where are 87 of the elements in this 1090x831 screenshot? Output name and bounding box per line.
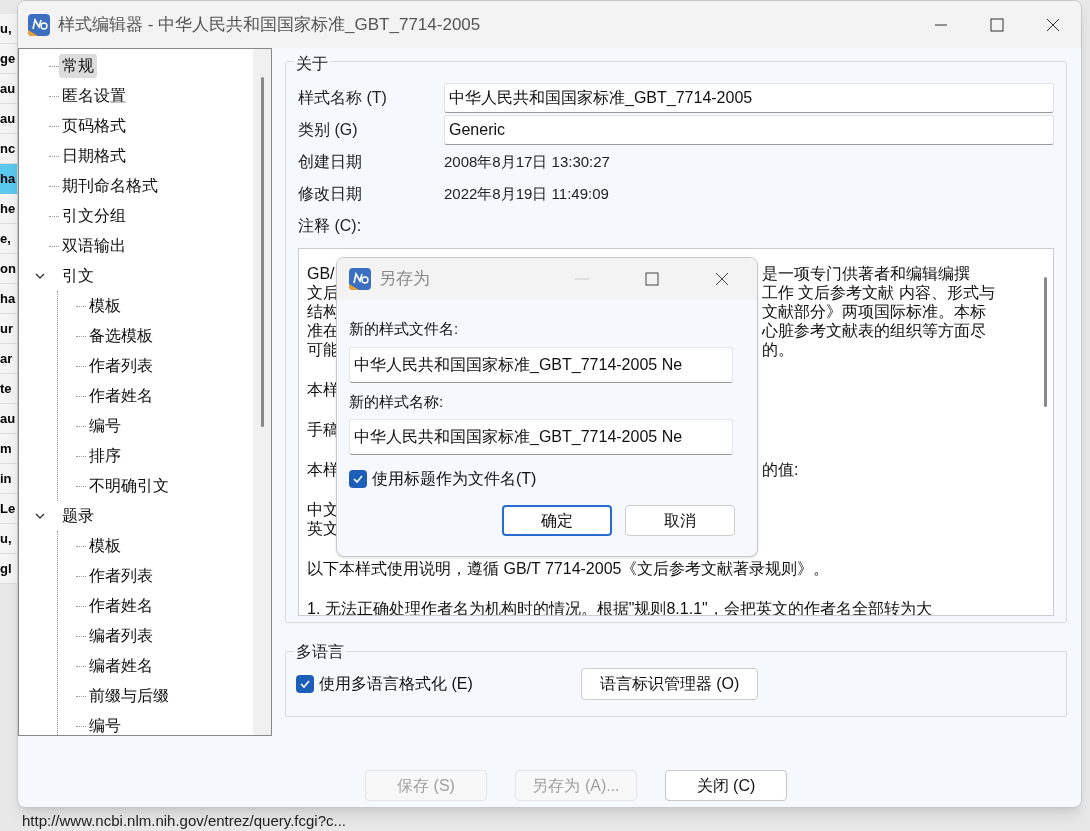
notes-text: GB/ [307,265,335,282]
backdrop-list-row: on [0,254,20,284]
checkmark-icon [352,473,364,485]
backdrop-list-row: in [0,464,20,494]
tree-item[interactable]: 日期格式 [59,144,129,168]
app-logo-icon [349,268,371,290]
backdrop-list-row: e, [0,224,20,254]
notes-text: 本样 [307,461,339,478]
notes-text: 的。 [762,340,794,359]
tree-item[interactable]: 匿名设置 [59,84,129,108]
input-field[interactable]: 中华人民共和国国家标准_GBT_7714-2005 Ne [349,419,733,455]
notes-text: 以下本样式使用说明，遵循 GB/T 7714-2005《文后参考文献著录规则》。 [307,559,830,578]
backdrop-list-row: u, [0,14,20,44]
tree-item[interactable]: 作者姓名 [86,384,156,408]
tree-item[interactable]: 引文分组 [59,204,129,228]
field-label: 类别 (G) [298,120,359,140]
backdrop-list-row: he [0,194,20,224]
tree-item[interactable]: 备选模板 [86,324,156,348]
tree-item[interactable]: 前缀与后缀 [86,684,172,708]
tree-item[interactable]: 编号 [86,414,124,438]
field-label: 新的样式名称: [349,391,445,412]
app-logo-icon [28,13,50,36]
maximize-icon [990,17,1004,32]
backdrop-list-row: au [0,404,20,434]
dialog-button[interactable]: 取消 [625,505,735,536]
backdrop-list-row: Le [0,494,20,524]
window-title: 样式编辑器 - 中华人民共和国国家标准_GBT_7714-2005 [58,13,481,36]
field-label: 新的样式文件名: [349,319,460,339]
field-label: 样式名称 (T) [298,88,388,108]
date-value: 2022年8月19日 11:49:09 [444,183,609,204]
backdrop-list-row: au [0,74,20,104]
tree-item[interactable]: 模板 [86,294,124,318]
notes-text: 本样 [307,380,339,399]
checkbox[interactable] [349,470,367,488]
scrollbar-thumb[interactable] [1043,277,1047,407]
notes-text: 文献部分》两项国际标准。本标 [762,302,986,321]
scrollbar-thumb[interactable] [260,77,264,427]
notes-text: 心脏参考文献表的组织等方面尽 [762,321,986,340]
backdrop-list-row: ar [0,344,20,374]
input-field[interactable]: Generic [444,115,1054,145]
tree-item[interactable]: 模板 [86,534,124,558]
tree-item[interactable]: 题录 [59,504,97,528]
backdrop-list-row: nc [0,134,20,164]
tree-item[interactable]: 作者姓名 [86,594,156,618]
tree-item[interactable]: 排序 [86,444,124,468]
footer-button[interactable]: 关闭 (C) [665,770,787,801]
backdrop-list-row: m [0,434,20,464]
close-icon [715,272,729,286]
checkbox-label[interactable]: 使用标题作为文件名(T) [372,467,537,491]
input-field[interactable]: 中华人民共和国国家标准_GBT_7714-2005 Ne [349,346,733,383]
tree-item[interactable]: 不明确引文 [86,474,172,498]
field-label: 修改日期 [298,184,363,204]
field-label: 创建日期 [298,152,363,172]
checkbox[interactable] [296,675,314,693]
backdrop-list-row: te [0,374,20,404]
input-field[interactable]: 中华人民共和国国家标准_GBT_7714-2005 [444,83,1054,113]
backdrop-list-row: ge [0,44,20,74]
dialog-button[interactable]: 确定 [502,505,612,536]
tree-item[interactable]: 编者列表 [86,624,156,648]
language-manager-button[interactable]: 语言标识管理器 (O) [580,668,759,700]
backdrop-url-text: http://www.ncbi.nlm.nih.gov/entrez/query.fcgi?c... [22,811,347,831]
backdrop-list-row: ur [0,314,20,344]
backdrop-list-row: ha [0,164,20,194]
checkbox-label[interactable]: 使用多语言格式化 (E) [319,672,473,696]
tree-item[interactable]: 作者列表 [86,354,156,378]
notes-label: 注释 (C): [298,216,363,236]
checkmark-icon [299,678,311,690]
maximize-icon [645,272,659,286]
tree-item[interactable]: 常规 [59,54,97,78]
tree-item[interactable]: 编号 [86,714,124,735]
backdrop-list-row: au [0,104,20,134]
notes-text: 工作 文后参考文献 内容、形式与 [762,283,995,302]
tree-item[interactable]: 作者列表 [86,564,156,588]
dialog-title: 另存为 [379,268,430,291]
notes-text: 的值: [762,460,799,479]
close-icon [1046,17,1060,32]
tree-item[interactable]: 引文 [59,264,97,288]
date-value: 2008年8月17日 13:30:27 [444,151,610,172]
backdrop-list-row: ha [0,284,20,314]
tree-item[interactable]: 期刊命名格式 [59,174,161,198]
minimize-icon [935,23,947,26]
tree-item[interactable]: 页码格式 [59,114,129,138]
tree-item[interactable]: 编者姓名 [86,654,156,678]
backdrop-list-row: u, [0,524,20,554]
tree-item[interactable]: 双语输出 [59,234,129,258]
notes-text: 是一项专门供著者和编辑编撰 [762,264,970,283]
backdrop-list-row: gl [0,554,20,584]
